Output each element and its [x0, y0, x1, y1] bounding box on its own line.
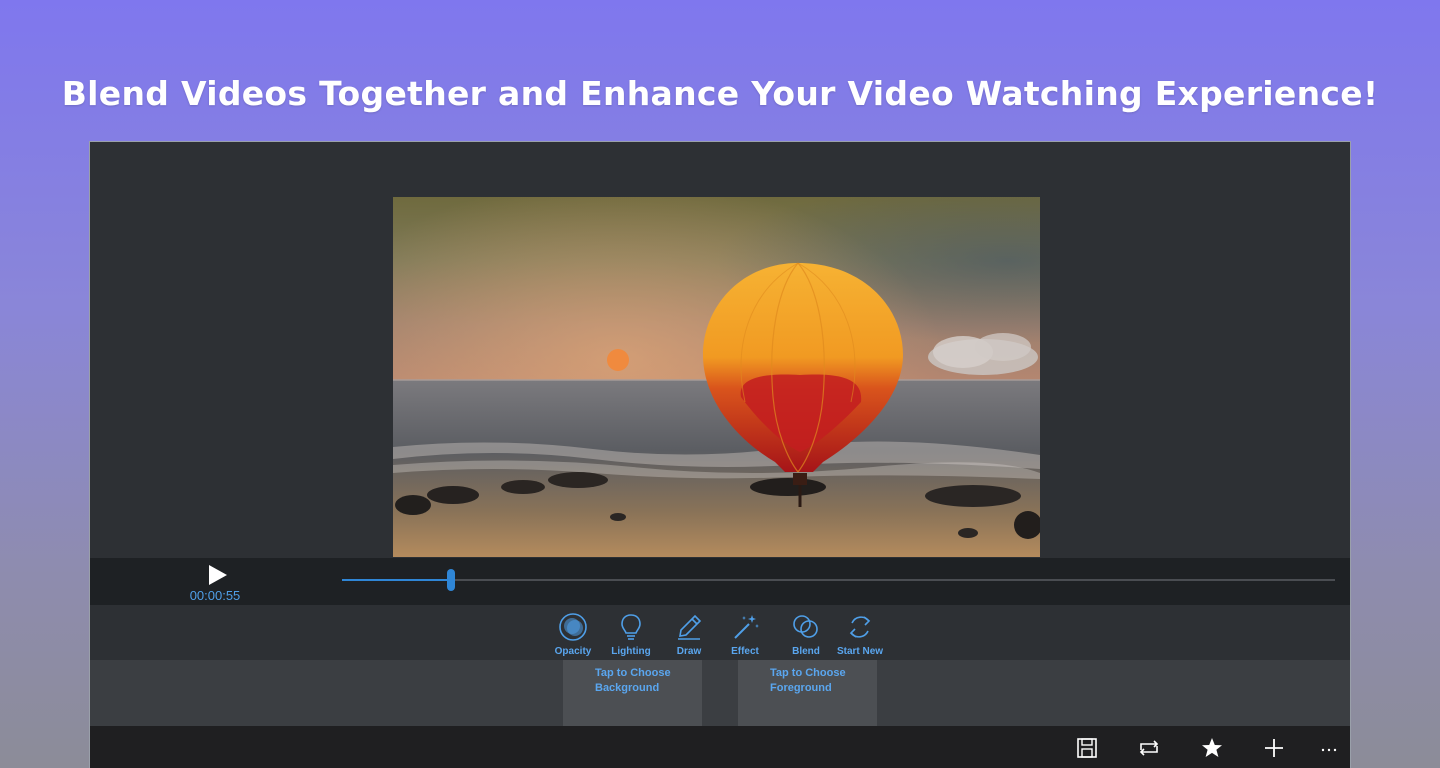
- choose-foreground-line1: Tap to Choose: [770, 667, 846, 679]
- seek-slider[interactable]: [342, 569, 1335, 591]
- play-icon: [209, 565, 227, 585]
- save-icon: [1077, 738, 1097, 758]
- tool-lighting[interactable]: Lighting: [599, 610, 663, 660]
- choose-foreground-button[interactable]: Tap to Choose Foreground: [738, 660, 877, 726]
- tool-bar: Opacity Lighting Draw Effect Blend Start…: [90, 605, 1350, 660]
- star-icon: [1202, 738, 1222, 757]
- tool-label: Draw: [676, 646, 702, 657]
- repeat-icon: [1139, 740, 1159, 756]
- refresh-icon: [849, 616, 871, 638]
- seek-thumb[interactable]: [447, 569, 456, 591]
- tool-opacity[interactable]: Opacity: [541, 610, 605, 660]
- more-button[interactable]: [1316, 736, 1342, 760]
- lightbulb-icon: [621, 614, 641, 640]
- magic-wand-icon: [734, 615, 759, 639]
- player-bar: 00:00:55: [90, 558, 1350, 605]
- tool-label: Lighting: [611, 646, 651, 657]
- seek-progress: [342, 579, 452, 581]
- choose-background-line2: Background: [595, 682, 660, 694]
- pencil-icon: [678, 614, 702, 640]
- repeat-button[interactable]: [1136, 736, 1162, 760]
- page-headline: Blend Videos Together and Enhance Your V…: [61, 74, 1379, 113]
- tool-label: Blend: [792, 646, 820, 657]
- choose-foreground-line2: Foreground: [770, 682, 832, 694]
- tool-label: Start New: [836, 646, 884, 657]
- add-button[interactable]: [1261, 736, 1287, 760]
- opacity-icon: [559, 613, 587, 641]
- media-chooser-area: Tap to Choose Background Tap to Choose F…: [90, 660, 1350, 726]
- choose-background-button[interactable]: Tap to Choose Background: [563, 660, 702, 726]
- command-bar: [90, 726, 1350, 768]
- play-button[interactable]: [205, 563, 229, 587]
- tool-label: Opacity: [554, 646, 592, 657]
- video-frame-image: [393, 197, 1040, 557]
- app-window: 00:00:55 Opacity Lighting Draw Effect Bl…: [89, 141, 1351, 768]
- tool-effect[interactable]: Effect: [713, 610, 777, 660]
- video-preview[interactable]: [393, 197, 1040, 557]
- save-button[interactable]: [1074, 736, 1100, 760]
- tool-draw[interactable]: Draw: [657, 610, 721, 660]
- choose-background-line1: Tap to Choose: [595, 667, 671, 679]
- favorite-button[interactable]: [1199, 736, 1225, 760]
- time-readout: 00:00:55: [189, 588, 241, 603]
- more-icon: [1321, 748, 1337, 752]
- tool-label: Effect: [731, 646, 759, 657]
- blend-circles-icon: [793, 615, 818, 638]
- add-icon: [1265, 739, 1283, 757]
- tool-start-new[interactable]: Start New: [828, 610, 892, 660]
